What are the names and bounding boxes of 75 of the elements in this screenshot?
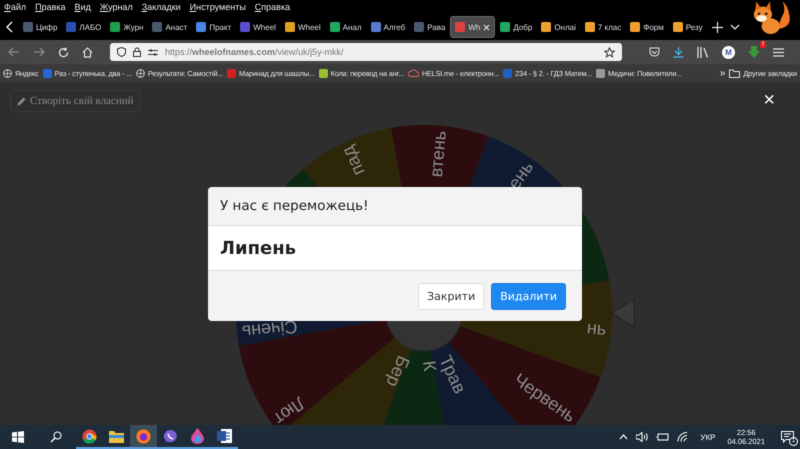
speaker-icon[interactable] xyxy=(636,432,648,442)
bookmarks-overflow-button[interactable]: » xyxy=(720,68,726,78)
battery-icon[interactable] xyxy=(656,433,670,441)
pointer-icon xyxy=(611,298,634,328)
menu-item[interactable]: Инструменты xyxy=(190,2,246,12)
library-icon[interactable] xyxy=(697,46,709,58)
chevron-up-icon[interactable] xyxy=(619,434,628,440)
browser-tab[interactable]: 7 клас xyxy=(580,17,626,37)
folder-icon xyxy=(729,68,740,78)
wheel-label: Січень xyxy=(240,316,298,342)
browser-tab[interactable]: Рава xyxy=(410,17,450,37)
chrome-icon xyxy=(82,428,97,444)
download-icon[interactable] xyxy=(673,46,684,58)
browser-tab[interactable]: Анаст xyxy=(148,17,192,37)
winner-name: Липень xyxy=(220,238,296,258)
account-avatar[interactable]: M xyxy=(722,46,735,58)
menu-item[interactable]: Файл xyxy=(4,2,26,12)
browser-tab[interactable]: Добр xyxy=(496,17,536,37)
browser-tab[interactable]: Анал xyxy=(326,17,366,37)
lock-icon[interactable] xyxy=(133,47,141,57)
url-text: https://wheelofnames.com/view/uk/j5y-mkk/ xyxy=(165,47,344,57)
reload-icon[interactable] xyxy=(58,46,69,58)
browser-tab[interactable]: Онлаі xyxy=(537,17,580,37)
menu-item[interactable]: Закладки xyxy=(142,2,181,12)
home-icon[interactable] xyxy=(82,46,93,58)
pencil-icon xyxy=(17,96,26,106)
close-button[interactable]: × xyxy=(763,90,775,110)
shield-icon[interactable] xyxy=(117,47,126,57)
firefox-icon xyxy=(136,428,151,444)
extension-arrow-icon[interactable] xyxy=(748,46,760,58)
document-icon xyxy=(217,429,232,443)
browser-tab[interactable]: Алгеб xyxy=(366,17,410,37)
phone-bubble-icon xyxy=(163,428,178,444)
browser-tab[interactable]: Резу xyxy=(668,17,707,37)
pocket-icon[interactable] xyxy=(649,47,660,57)
globe-icon xyxy=(136,68,145,78)
menu-icon[interactable] xyxy=(773,48,784,56)
browser-tab[interactable]: Wh xyxy=(450,16,496,38)
menu-item[interactable]: Вид xyxy=(74,2,91,12)
menu-item[interactable]: Правка xyxy=(35,2,66,12)
search-icon[interactable] xyxy=(50,431,62,443)
action-center-icon[interactable] xyxy=(781,431,794,443)
tab-list-icon[interactable] xyxy=(730,24,740,30)
folder-icon xyxy=(109,430,124,442)
close-tab-icon[interactable] xyxy=(483,24,490,30)
create-your-own-button[interactable]: Створіть свій власний xyxy=(10,90,140,112)
language-indicator[interactable]: УКР xyxy=(700,432,716,442)
menu-item[interactable]: Справка xyxy=(254,2,290,12)
menu-item[interactable]: Журнал xyxy=(100,2,133,12)
browser-tab[interactable]: Wheel xyxy=(236,17,280,37)
address-bar[interactable]: https://wheelofnames.com/view/uk/j5y-mkk/ xyxy=(110,43,622,61)
browser-tab[interactable]: Журн xyxy=(106,17,148,37)
bookmark-star-icon[interactable] xyxy=(604,46,615,58)
back-icon[interactable] xyxy=(8,47,20,57)
browser-tab[interactable]: Практ xyxy=(192,17,236,37)
wheel-label: Бер xyxy=(382,352,414,390)
globe-icon xyxy=(3,68,12,78)
permissions-icon[interactable] xyxy=(148,48,158,56)
browser-tab[interactable]: Цифр xyxy=(19,17,62,37)
wheel-label: нь xyxy=(586,317,608,339)
browser-tab[interactable]: ЛАБО xyxy=(62,17,106,37)
close-button[interactable]: Закрити xyxy=(418,282,484,310)
remove-button[interactable]: Видалити xyxy=(491,282,566,310)
scroll-left-icon[interactable] xyxy=(5,21,15,33)
wheel-label: Лют xyxy=(270,392,309,425)
browser-tab[interactable]: Wheel xyxy=(280,17,325,37)
wheel-label: пад xyxy=(338,142,369,179)
windows-start-icon[interactable] xyxy=(12,431,24,443)
browser-tab[interactable]: Форм xyxy=(626,17,668,37)
drop-icon xyxy=(191,428,204,444)
wifi-icon[interactable] xyxy=(677,432,688,442)
wheel-label: втень xyxy=(426,130,450,178)
dialog-title: У нас є переможець! xyxy=(220,198,369,214)
new-tab-icon[interactable] xyxy=(712,22,723,32)
forward-icon[interactable] xyxy=(33,47,45,57)
